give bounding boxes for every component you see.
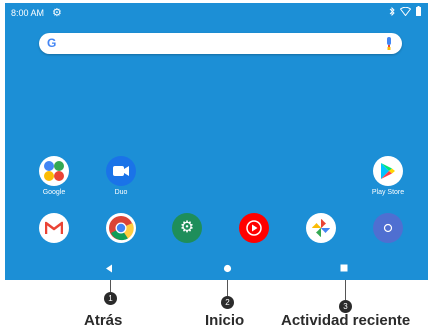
photos-pinwheel-icon — [306, 213, 336, 243]
app-label: Google — [42, 189, 66, 196]
back-icon[interactable] — [105, 264, 113, 273]
tablet-screen: 8:00 AM ⚙ G Google Duo Play Store ⚙ — [5, 3, 428, 280]
status-bar: 8:00 AM ⚙ — [5, 3, 428, 23]
dock-app-launcher[interactable] — [358, 213, 418, 243]
settings-icon: ⚙ — [172, 213, 202, 243]
navigation-bar — [5, 258, 428, 280]
gear-icon: ⚙ — [52, 7, 62, 19]
battery-icon — [416, 6, 421, 16]
callout-number: 1 — [104, 292, 117, 305]
app-play-store[interactable]: Play Store — [358, 156, 418, 196]
duo-icon — [106, 156, 136, 186]
app-label: Duo — [114, 189, 128, 196]
google-search-bar[interactable]: G — [39, 33, 402, 54]
wifi-icon — [400, 6, 411, 16]
google-g-logo: G — [47, 36, 57, 50]
recent-apps-icon[interactable] — [340, 264, 348, 272]
youtube-music-icon — [239, 213, 269, 243]
play-store-icon — [373, 156, 403, 186]
mic-icon[interactable] — [385, 37, 393, 50]
callout-number: 2 — [221, 296, 234, 309]
callout-label-recent: Actividad reciente — [281, 312, 411, 329]
callout-line — [227, 280, 228, 296]
dock-gmail[interactable] — [24, 213, 84, 243]
app-duo[interactable]: Duo — [91, 156, 151, 196]
dock-chrome[interactable] — [91, 213, 151, 243]
home-icon[interactable] — [223, 264, 232, 273]
app-launcher-icon — [373, 213, 403, 243]
dock-photos[interactable] — [291, 213, 351, 243]
app-label: Play Store — [371, 189, 405, 196]
bluetooth-icon — [389, 6, 395, 16]
chrome-icon — [106, 213, 136, 243]
callout-label-home: Inicio — [205, 312, 245, 329]
gmail-icon — [39, 213, 69, 243]
google-folder-icon — [39, 156, 69, 186]
dock-youtube-music[interactable] — [224, 213, 284, 243]
callout-line — [110, 280, 111, 292]
status-time: 8:00 AM — [11, 8, 45, 18]
dock-settings[interactable]: ⚙ — [157, 213, 217, 243]
app-google-folder[interactable]: Google — [24, 156, 84, 196]
callout-line — [345, 280, 346, 300]
status-icons — [389, 6, 421, 16]
callout-label-back: Atrás — [84, 312, 123, 329]
